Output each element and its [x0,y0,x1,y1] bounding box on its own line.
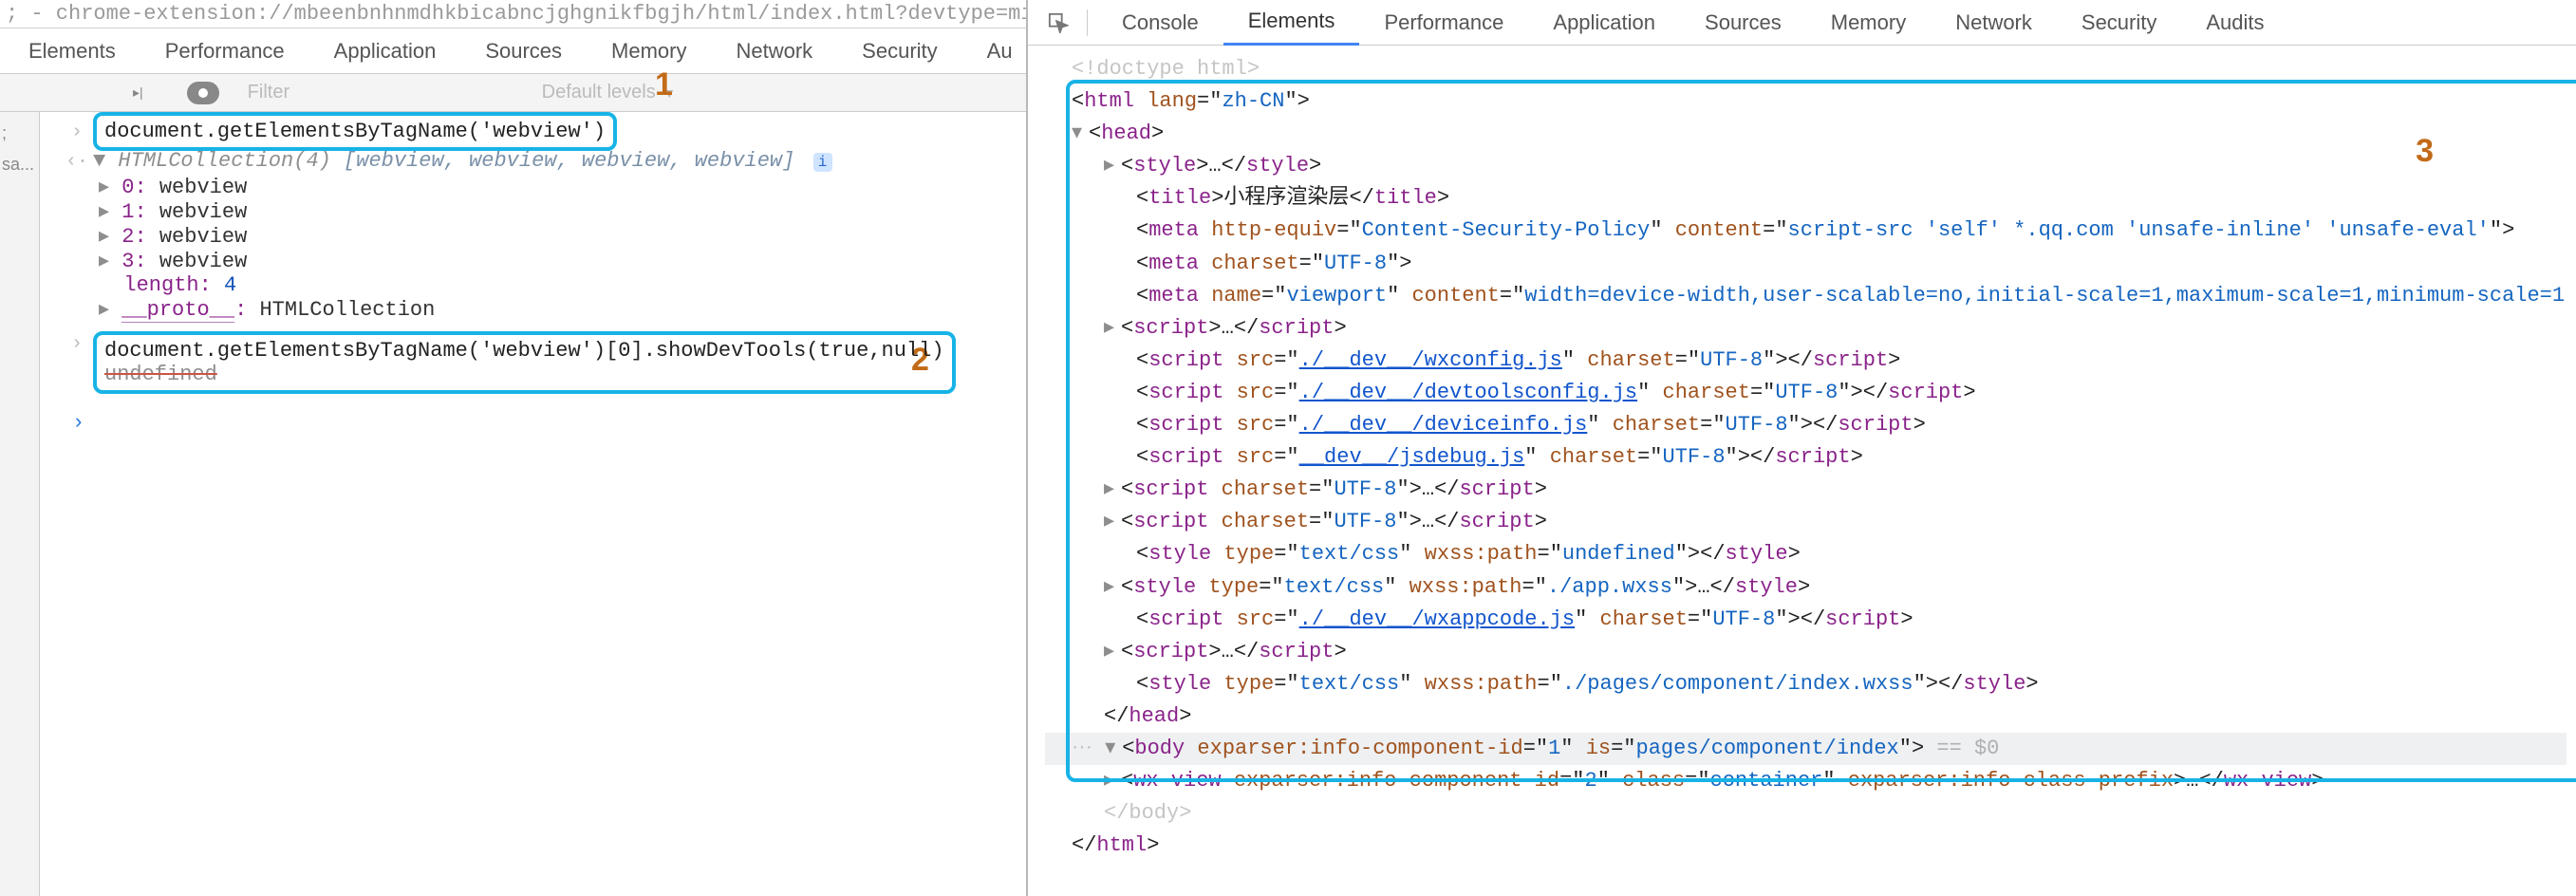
tab-security[interactable]: Security [837,28,961,74]
result-length: length: 4 [93,273,1017,297]
tab-sources[interactable]: Sources [460,28,587,74]
body-close[interactable]: </body> [1045,797,2567,830]
tab-security[interactable]: Security [2057,0,2181,46]
sidebar-collapse-icon[interactable]: ▸| [133,84,143,101]
style-app[interactable]: <style type="text/css" wxss:path="./app.… [1045,571,2567,604]
script-src-1[interactable]: <script src="./__dev__/devtoolsconfig.js… [1045,377,2567,409]
title-line[interactable]: <title>小程序渲染层</title> [1045,182,2567,215]
body-open-selected[interactable]: ⋯ <body exparser:info-component-id="1" i… [1045,733,2567,765]
tab-elements[interactable]: Elements [4,28,140,74]
tab-performance[interactable]: Performance [1359,0,1528,46]
tab-application[interactable]: Application [1528,0,1680,46]
tab-audits-truncated[interactable]: Au [962,28,1037,74]
doctype-line[interactable]: <!doctype html> [1045,53,2567,85]
console-prompt[interactable]: › [61,411,1017,435]
wx-view[interactable]: <wx-view exparser:info-component-id="2" … [1045,765,2567,797]
live-expression-icon[interactable] [187,82,219,104]
inspect-icon[interactable] [1039,12,1077,33]
right-devtools-pane: Console Elements Performance Application… [1028,0,2576,896]
sidebar-stub-1[interactable]: ; [0,112,39,143]
sidebar-stub-2[interactable]: sa... [0,143,39,175]
divider [1087,9,1088,36]
result-proto[interactable]: ▸ __proto__: HTMLCollection [93,297,1017,322]
html-open[interactable]: <html lang="zh-CN"> [1045,85,2567,118]
tab-memory[interactable]: Memory [1806,0,1931,46]
tab-elements[interactable]: Elements [1223,0,1360,46]
script-charset-1[interactable]: <script charset="UTF-8">…</script> [1045,474,2567,506]
meta-viewport[interactable]: <meta name="viewport" content="width=dev… [1045,280,2567,312]
result-row-0[interactable]: ▸ 0: webview [93,175,1017,199]
left-sidebar-sliver: ; sa... [0,112,40,896]
style-page[interactable]: <style type="text/css" wxss:path="./page… [1045,668,2567,700]
right-tabbar: Console Elements Performance Application… [1028,0,2576,46]
tab-performance[interactable]: Performance [140,28,309,74]
tab-network[interactable]: Network [1931,0,2057,46]
address-bar: ; - chrome-extension://mbeenbnhnmdhkbica… [0,0,1026,28]
left-devtools-pane: ; - chrome-extension://mbeenbnhnmdhkbica… [0,0,1028,896]
html-close[interactable]: </html> [1045,830,2567,862]
console-input-icon: › [61,331,93,355]
console-body: › document.getElementsByTagName('webview… [42,112,1026,896]
style-ellipsis[interactable]: <style>…</style> [1045,150,2567,182]
tab-application[interactable]: Application [309,28,461,74]
highlight-box-1: document.getElementsByTagName('webview') [93,112,617,151]
console-toolbar: ▸| Filter Default levels ▼ [0,74,1026,112]
script-ellipsis-2[interactable]: <script>…</script> [1045,636,2567,668]
annotation-1: 1 [655,66,673,103]
style-undef[interactable]: <style type="text/css" wxss:path="undefi… [1045,538,2567,570]
script-ellipsis-1[interactable]: <script>…</script> [1045,312,2567,345]
elements-tree[interactable]: <!doctype html> <html lang="zh-CN"> <hea… [1045,53,2567,887]
meta-charset[interactable]: <meta charset="UTF-8"> [1045,248,2567,280]
head-close[interactable]: </head> [1045,700,2567,733]
result-row-1[interactable]: ▸ 1: webview [93,199,1017,224]
console-undefined: undefined [104,363,217,386]
script-appcode[interactable]: <script src="./__dev__/wxappcode.js" cha… [1045,604,2567,636]
console-filter-input[interactable]: Filter [248,82,513,103]
script-src-0[interactable]: <script src="./__dev__/wxconfig.js" char… [1045,345,2567,377]
tab-console[interactable]: Console [1097,0,1223,46]
script-charset-2[interactable]: <script charset="UTF-8">…</script> [1045,506,2567,538]
log-level-label: Default levels [542,82,656,103]
script-src-3[interactable]: <script src="__dev__/jsdebug.js" charset… [1045,441,2567,474]
result-row-3[interactable]: ▸ 3: webview [93,249,1017,273]
tab-audits[interactable]: Audits [2181,0,2288,46]
result-row-2[interactable]: ▸ 2: webview [93,224,1017,249]
console-command-2[interactable]: document.getElementsByTagName('webview')… [104,339,944,363]
tab-network[interactable]: Network [711,28,837,74]
tab-sources[interactable]: Sources [1680,0,1806,46]
info-badge-icon[interactable]: i [813,153,832,172]
meta-csp[interactable]: <meta http-equiv="Content-Security-Polic… [1045,215,2567,247]
tab-memory[interactable]: Memory [587,28,711,74]
left-tabbar: Elements Performance Application Sources… [0,28,1026,74]
highlight-box-2: document.getElementsByTagName('webview')… [93,331,956,394]
script-src-2[interactable]: <script src="./__dev__/deviceinfo.js" ch… [1045,409,2567,441]
console-output-icon: ‹· [61,149,93,173]
head-open[interactable]: <head> [1045,118,2567,150]
console-result-header[interactable]: ▼ HTMLCollection(4) [webview, webview, w… [93,149,1017,173]
console-input-icon: › [61,120,93,143]
console-command-1[interactable]: document.getElementsByTagName('webview') [104,120,606,143]
